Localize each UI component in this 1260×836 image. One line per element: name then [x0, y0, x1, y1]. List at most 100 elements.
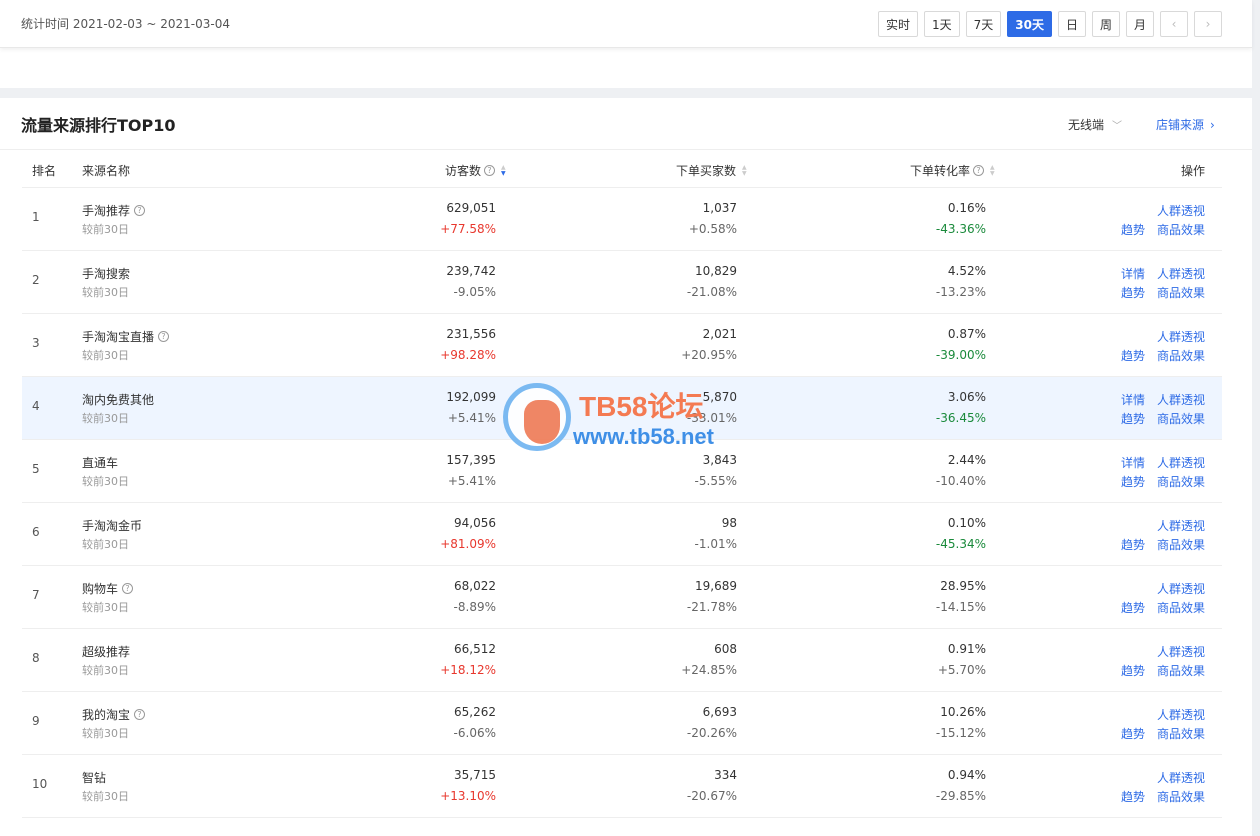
buyers-value: 3,843: [702, 453, 737, 467]
trend-link[interactable]: 趋势: [1121, 536, 1145, 553]
shop-source-label: 店铺来源: [1156, 118, 1205, 132]
trend-link[interactable]: 趋势: [1121, 347, 1145, 364]
source-name-cell: 淘内免费其他: [82, 391, 154, 408]
compare-label: 较前30日: [82, 601, 129, 614]
crowd-insight-link[interactable]: 人群透视: [1157, 580, 1205, 597]
visitors-change: +18.12%: [440, 663, 496, 677]
goods-effect-link[interactable]: 商品效果: [1157, 662, 1205, 679]
table-row: 2 手淘搜索 较前30日 239,742 -9.05% 10,829 -21.08% 4.52…: [22, 251, 1222, 314]
goods-effect-link[interactable]: 商品效果: [1157, 221, 1205, 238]
visitors-change: +98.28%: [440, 348, 496, 362]
buyers-value: 98: [721, 516, 737, 530]
buyers-value: 6,693: [702, 705, 737, 719]
trend-link[interactable]: 趋势: [1121, 599, 1145, 616]
rank-cell: 7: [32, 588, 40, 602]
col-conversion-rate[interactable]: 下单转化率? ▲ ▼: [910, 162, 995, 179]
crowd-insight-link[interactable]: 人群透视: [1157, 706, 1205, 723]
source-name-cell: 购物车?: [82, 580, 134, 597]
crowd-insight-link[interactable]: 人群透视: [1157, 391, 1205, 408]
buyers-value: 334: [714, 768, 737, 782]
compare-label: 较前30日: [82, 475, 129, 488]
trend-link[interactable]: 趋势: [1121, 410, 1145, 427]
help-icon[interactable]: ?: [134, 205, 146, 216]
visitors-value: 35,715: [454, 768, 496, 782]
col-visitors[interactable]: 访客数? ▲ ▼: [445, 162, 506, 179]
visitors-value: 94,056: [454, 516, 496, 530]
period-7day-button[interactable]: 7天: [965, 11, 1002, 37]
rank-cell: 10: [32, 777, 48, 791]
source-name-cell: 手淘淘金币: [82, 517, 142, 534]
visitors-value: 231,556: [446, 327, 496, 341]
crowd-insight-link[interactable]: 人群透视: [1157, 517, 1205, 534]
help-icon[interactable]: ?: [158, 331, 170, 342]
help-icon[interactable]: ?: [484, 165, 496, 176]
crowd-insight-link[interactable]: 人群透视: [1157, 328, 1205, 345]
buyers-change: -5.55%: [694, 474, 737, 488]
compare-label: 较前30日: [82, 286, 129, 299]
buyers-change: -20.26%: [686, 726, 737, 740]
period-day-button[interactable]: 日: [1057, 11, 1086, 37]
col-buyers[interactable]: 下单买家数 ▲ ▼: [676, 162, 747, 179]
chevron-left-icon[interactable]: ‹: [1160, 11, 1188, 37]
source-name: 手淘淘金币: [82, 519, 143, 533]
table-header: 排名 来源名称 访客数? ▲ ▼ 下单买家数 ▲ ▼ 下单转化率? ▲ ▼ 操作: [22, 150, 1222, 188]
detail-link[interactable]: 详情: [1121, 454, 1145, 471]
period-realtime-button[interactable]: 实时: [877, 11, 918, 37]
source-name: 直通车: [82, 456, 119, 470]
sort-icon[interactable]: ▲ ▼: [990, 164, 995, 177]
chevron-right-icon[interactable]: ›: [1194, 11, 1222, 37]
visitors-change: +13.10%: [440, 789, 496, 803]
trend-link[interactable]: 趋势: [1121, 221, 1145, 238]
visitors-value: 192,099: [446, 390, 496, 404]
period-month-button[interactable]: 月: [1125, 11, 1154, 37]
buyers-change: +20.95%: [681, 348, 737, 362]
crowd-insight-link[interactable]: 人群透视: [1157, 769, 1205, 786]
source-name-cell: 超级推荐: [82, 643, 130, 660]
rate-value: 2.44%: [947, 453, 986, 467]
sort-icon[interactable]: ▲ ▼: [742, 164, 747, 177]
period-30day-button[interactable]: 30天: [1007, 11, 1052, 37]
rate-change: -10.40%: [935, 474, 986, 488]
goods-effect-link[interactable]: 商品效果: [1157, 347, 1205, 364]
goods-effect-link[interactable]: 商品效果: [1157, 599, 1205, 616]
visitors-change: +5.41%: [447, 411, 496, 425]
rate-change: -39.00%: [935, 348, 986, 362]
compare-label: 较前30日: [82, 412, 129, 425]
buyers-value: 608: [714, 642, 737, 656]
crowd-insight-link[interactable]: 人群透视: [1157, 454, 1205, 471]
source-name: 手淘淘宝直播: [82, 330, 155, 344]
goods-effect-link[interactable]: 商品效果: [1157, 788, 1205, 805]
trend-link[interactable]: 趋势: [1121, 662, 1145, 679]
compare-label: 较前30日: [82, 727, 129, 740]
goods-effect-link[interactable]: 商品效果: [1157, 473, 1205, 490]
crowd-insight-link[interactable]: 人群透视: [1157, 265, 1205, 282]
crowd-insight-link[interactable]: 人群透视: [1157, 643, 1205, 660]
detail-link[interactable]: 详情: [1121, 265, 1145, 282]
crowd-insight-link[interactable]: 人群透视: [1157, 202, 1205, 219]
device-dropdown-label: 无线端: [1068, 118, 1105, 132]
detail-link[interactable]: 详情: [1121, 391, 1145, 408]
trend-link[interactable]: 趋势: [1121, 725, 1145, 742]
source-name: 手淘推荐: [82, 204, 131, 218]
source-name-cell: 直通车: [82, 454, 118, 471]
sort-icon[interactable]: ▲ ▼: [501, 164, 506, 177]
trend-link[interactable]: 趋势: [1121, 284, 1145, 301]
chevron-down-icon: ﹀: [1112, 121, 1123, 132]
device-dropdown[interactable]: 无线端 ﹀: [1068, 116, 1122, 133]
goods-effect-link[interactable]: 商品效果: [1157, 410, 1205, 427]
period-week-button[interactable]: 周: [1091, 11, 1120, 37]
trend-link[interactable]: 趋势: [1121, 473, 1145, 490]
chevron-right-icon: ›: [1210, 117, 1215, 132]
goods-effect-link[interactable]: 商品效果: [1157, 284, 1205, 301]
visitors-value: 66,512: [454, 642, 496, 656]
help-icon[interactable]: ?: [122, 583, 134, 594]
table-row: 5 直通车 较前30日 157,395 +5.41% 3,843 -5.55% 2.44% -1…: [22, 440, 1222, 503]
table-row: 9 我的淘宝? 较前30日 65,262 -6.06% 6,693 -20.26% 10.26…: [22, 692, 1222, 755]
trend-link[interactable]: 趋势: [1121, 788, 1145, 805]
help-icon[interactable]: ?: [973, 165, 985, 176]
goods-effect-link[interactable]: 商品效果: [1157, 536, 1205, 553]
help-icon[interactable]: ?: [134, 709, 146, 720]
period-1day-button[interactable]: 1天: [923, 11, 960, 37]
shop-source-link[interactable]: 店铺来源 ›: [1156, 116, 1215, 133]
goods-effect-link[interactable]: 商品效果: [1157, 725, 1205, 742]
